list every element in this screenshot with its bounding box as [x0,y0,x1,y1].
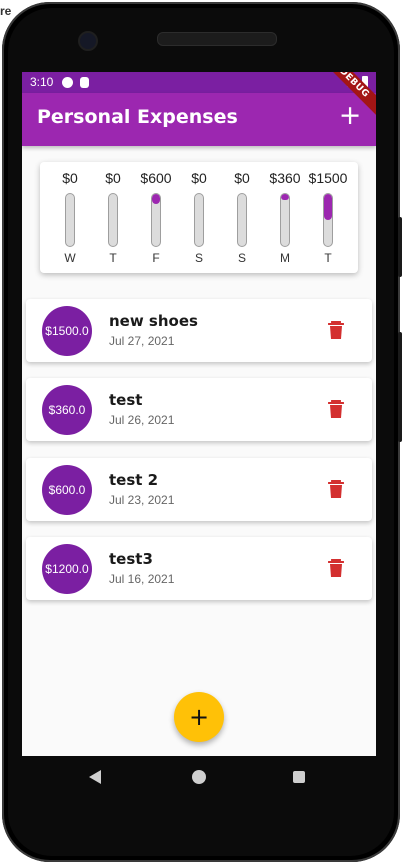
app-screen: 3:10 Personal Expenses + DEBUG $0 W $0 T $60… [22,72,376,756]
chart-bar [152,194,160,205]
chart-day-label: S [194,251,203,265]
list-item[interactable]: $1200.0 test3 Jul 16, 2021 [26,537,372,600]
chart-day-label: S [237,251,246,265]
transaction-date: Jul 23, 2021 [109,493,175,507]
chart-amount-label: $1500 [308,170,348,186]
chart-day-label: T [324,251,332,265]
chart-bar-track [280,193,290,247]
back-icon[interactable] [89,770,101,784]
transaction-title: test [109,391,143,409]
status-bar: 3:10 [22,72,376,93]
notification-icon [62,77,73,88]
trash-icon [328,559,344,577]
camera-icon [78,31,98,51]
transaction-date: Jul 27, 2021 [109,334,175,348]
transaction-title: test 2 [109,471,159,489]
amount-avatar: $360.0 [42,385,92,435]
chart-bar-column: $1500 T [308,170,348,270]
chart-bar-track [237,193,247,247]
chart-day-label: F [152,251,160,265]
list-item[interactable]: $360.0 test Jul 26, 2021 [26,378,372,441]
trash-icon [328,400,344,418]
delete-button[interactable] [328,321,344,339]
trash-icon [328,480,344,498]
chart-bar [281,194,289,201]
delete-button[interactable] [328,480,344,498]
recents-icon[interactable] [293,771,305,783]
chart-bar-track [108,193,118,247]
add-fab-button[interactable]: + [174,692,224,742]
sim-icon [80,77,89,88]
transaction-title: test3 [109,550,153,568]
app-bar: Personal Expenses + [22,93,376,146]
amount-avatar: $1200.0 [42,544,92,594]
chart-day-label: M [280,251,290,265]
plus-icon: + [338,100,362,131]
chart-day-label: W [64,251,76,265]
volume-button[interactable] [398,217,402,277]
power-button[interactable] [398,332,402,442]
system-nav-bar [22,756,376,798]
chart-day-label: T [109,251,117,265]
list-item[interactable]: $600.0 test 2 Jul 23, 2021 [26,458,372,521]
amount-avatar: $600.0 [42,465,92,515]
plus-icon: + [188,703,210,731]
transaction-title: new shoes [109,312,198,330]
speaker-grille [157,32,277,46]
chart-bar-track [151,193,161,247]
amount-avatar: $1500.0 [42,306,92,356]
trash-icon [328,321,344,339]
host-corner-text: re [0,4,12,18]
chart-bar-track [323,193,333,247]
weekly-chart: $0 W $0 T $600 F $0 S $0 S $360 M $1500 T [40,162,358,273]
chart-bar-track [65,193,75,247]
chart-bar-track [194,193,204,247]
list-item[interactable]: $1500.0 new shoes Jul 27, 2021 [26,299,372,362]
delete-button[interactable] [328,559,344,577]
page-title: Personal Expenses [37,106,238,128]
home-icon[interactable] [192,770,206,784]
chart-bar [324,194,332,220]
transaction-date: Jul 26, 2021 [109,413,175,427]
status-time: 3:10 [30,75,54,89]
add-transaction-button[interactable]: + [336,102,364,130]
transaction-date: Jul 16, 2021 [109,572,175,586]
delete-button[interactable] [328,400,344,418]
